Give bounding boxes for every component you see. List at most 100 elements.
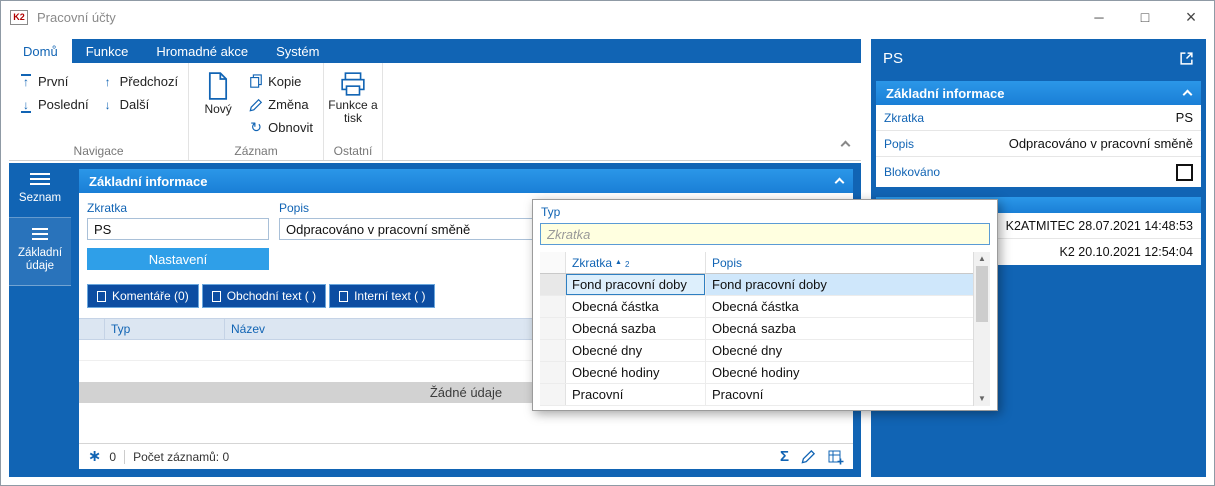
preview-popis-value: Odpracováno v pracovní směně bbox=[1008, 136, 1193, 151]
close-button[interactable]: × bbox=[1168, 1, 1214, 33]
last-record-label: Poslední bbox=[38, 97, 89, 112]
marked-records-icon[interactable]: ∗ bbox=[88, 448, 101, 465]
group-label-zaznam: Záznam bbox=[234, 144, 278, 158]
group-label-navigace: Navigace bbox=[73, 144, 124, 158]
window-title: Pracovní účty bbox=[37, 9, 116, 25]
pencil-icon bbox=[249, 98, 263, 112]
preview-zkratka-label: Zkratka bbox=[884, 110, 925, 125]
blokovano-checkbox[interactable] bbox=[1176, 163, 1193, 181]
popup-title: Typ bbox=[541, 205, 561, 219]
ribbon-tab-hromadne-akce[interactable]: Hromadné akce bbox=[142, 39, 262, 63]
cell-zkratka: Obecné hodiny bbox=[566, 362, 706, 383]
close-icon: × bbox=[1185, 6, 1197, 27]
title-bar: K2 Pracovní účty ─ □ × bbox=[1, 1, 1214, 33]
cell-popis: Fond pracovní doby bbox=[712, 277, 827, 292]
group-label-ostatni: Ostatní bbox=[333, 144, 373, 158]
new-record-button[interactable]: Nový bbox=[193, 70, 243, 116]
ribbon-collapse-button[interactable] bbox=[840, 137, 851, 152]
ribbon-group-zaznam: Nový Kopie Změna ↻ Obnovit Záznam bbox=[189, 63, 324, 160]
ribbon-tab-system[interactable]: Systém bbox=[262, 39, 333, 63]
sum-button[interactable]: Σ bbox=[780, 448, 789, 465]
cell-zkratka: Pracovní bbox=[566, 384, 706, 405]
popis-label: Popis bbox=[279, 201, 310, 215]
ribbon-tab-domu[interactable]: Domů bbox=[9, 39, 72, 63]
column-header-zkratka[interactable]: Zkratka ▲ 2 bbox=[566, 252, 706, 273]
comments-icon bbox=[97, 290, 106, 302]
edit-button[interactable] bbox=[801, 449, 816, 464]
cell-popis: Obecná sazba bbox=[712, 321, 796, 336]
preview-row-blokovano: Blokováno bbox=[876, 157, 1201, 187]
left-sidebar: Seznam Základní údaje bbox=[9, 163, 71, 477]
typ-lookup-popup: Typ Zkratka ▲ 2 Popis Fond pracovní doby… bbox=[532, 199, 998, 411]
printer-icon bbox=[340, 72, 366, 96]
document-icon bbox=[339, 290, 349, 302]
next-record-label: Další bbox=[119, 97, 150, 112]
dropdown-row[interactable]: Obecná částka Obecná částka bbox=[540, 296, 973, 318]
previous-record-label: Předchozí bbox=[119, 74, 179, 89]
lookup-search-input[interactable] bbox=[540, 223, 990, 245]
scroll-down-icon[interactable]: ▼ bbox=[974, 393, 990, 405]
section-header-zakladni-informace[interactable]: Základní informace bbox=[79, 169, 853, 193]
row-selector-cell bbox=[540, 384, 566, 405]
arrow-up-to-bar-icon: ↑ bbox=[21, 73, 31, 89]
function-print-button[interactable]: Funkce a tisk bbox=[328, 70, 378, 125]
minimize-button[interactable]: ─ bbox=[1076, 1, 1122, 33]
preview-section-title: Základní informace bbox=[886, 85, 1005, 101]
collapse-chevron-icon[interactable] bbox=[834, 174, 845, 189]
popout-button[interactable] bbox=[1179, 51, 1194, 66]
add-record-grid-button[interactable] bbox=[828, 449, 844, 465]
zkratka-input[interactable] bbox=[87, 218, 269, 240]
ribbon-tab-funkce[interactable]: Funkce bbox=[72, 39, 143, 63]
ribbon-tab-bar: Domů Funkce Hromadné akce Systém bbox=[9, 39, 861, 63]
settings-button[interactable]: Nastavení bbox=[87, 248, 269, 270]
dropdown-row[interactable]: Obecné hodiny Obecné hodiny bbox=[540, 362, 973, 384]
row-selector-cell bbox=[540, 318, 566, 339]
cell-zkratka: Obecná sazba bbox=[566, 318, 706, 339]
preview-section-header[interactable]: Základní informace bbox=[876, 81, 1201, 105]
first-record-label: První bbox=[38, 74, 69, 89]
dropdown-row[interactable]: Obecná sazba Obecná sazba bbox=[540, 318, 973, 340]
cell-zkratka: Obecná částka bbox=[566, 296, 706, 317]
status-separator bbox=[124, 449, 126, 464]
maximize-button[interactable]: □ bbox=[1122, 1, 1168, 33]
column-header-popis[interactable]: Popis bbox=[706, 252, 973, 273]
row-selector-cell bbox=[540, 296, 566, 317]
lookup-table: Zkratka ▲ 2 Popis Fond pracovní doby Fon… bbox=[540, 252, 990, 406]
sidebar-item-seznam[interactable]: Seznam bbox=[9, 163, 71, 218]
popis-input[interactable] bbox=[279, 218, 535, 240]
scroll-up-icon[interactable]: ▲ bbox=[974, 253, 990, 265]
copy-icon bbox=[249, 74, 263, 89]
status-bar: ∗ 0 Počet záznamů: 0 Σ bbox=[79, 443, 853, 469]
column-label: Popis bbox=[712, 255, 743, 270]
scrollbar[interactable]: ▲ ▼ bbox=[973, 252, 990, 406]
arrow-down-to-bar-icon: ↓ bbox=[21, 97, 31, 113]
minimize-icon: ─ bbox=[1094, 9, 1104, 25]
column-header-typ[interactable]: Typ bbox=[105, 319, 225, 339]
last-record-button[interactable]: ↓ Poslední bbox=[13, 93, 95, 116]
app-icon: K2 bbox=[10, 9, 28, 25]
dropdown-row[interactable]: Obecné dny Obecné dny bbox=[540, 340, 973, 362]
preview-row-zkratka: Zkratka PS bbox=[876, 105, 1201, 131]
first-record-button[interactable]: ↑ První bbox=[13, 70, 95, 93]
change-record-button[interactable]: Změna bbox=[243, 93, 319, 116]
collapse-chevron-icon[interactable] bbox=[1182, 86, 1193, 101]
function-print-label: Funkce a tisk bbox=[328, 98, 378, 125]
section-title: Základní informace bbox=[89, 173, 208, 189]
dropdown-row[interactable]: Pracovní Pracovní bbox=[540, 384, 973, 406]
ribbon-group-navigace: ↑ První ↓ Poslední ↑ Předchozí ↓ Další N… bbox=[9, 63, 190, 160]
tab-komentare[interactable]: Komentáře (0) bbox=[87, 284, 199, 308]
preview-row-popis: Popis Odpracováno v pracovní směně bbox=[876, 131, 1201, 157]
sort-order-number: 2 bbox=[624, 260, 630, 269]
row-selector-cell bbox=[540, 274, 566, 295]
refresh-record-button[interactable]: ↻ Obnovit bbox=[243, 116, 319, 139]
next-record-button[interactable]: ↓ Další bbox=[95, 93, 185, 116]
scrollbar-thumb[interactable] bbox=[976, 266, 988, 322]
dropdown-row[interactable]: Fond pracovní doby Fond pracovní doby bbox=[540, 274, 973, 296]
preview-zkratka-value: PS bbox=[1175, 110, 1193, 125]
zkratka-label: Zkratka bbox=[87, 201, 128, 215]
sidebar-item-zakladni-udaje[interactable]: Základní údaje bbox=[9, 218, 71, 286]
tab-interni-text[interactable]: Interní text ( ) bbox=[329, 284, 436, 308]
copy-record-button[interactable]: Kopie bbox=[243, 70, 319, 93]
tab-obchodni-text[interactable]: Obchodní text ( ) bbox=[201, 284, 327, 308]
previous-record-button[interactable]: ↑ Předchozí bbox=[95, 70, 185, 93]
